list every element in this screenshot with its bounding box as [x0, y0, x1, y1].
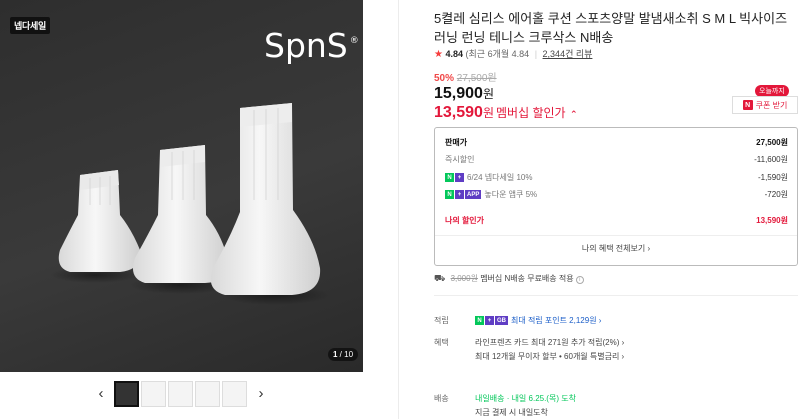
row-list-price: 판매가 27,500원	[445, 137, 788, 148]
points-text: 최대 적립 포인트 2,129원 ›	[511, 316, 602, 325]
image-counter: 1 / 10	[328, 348, 359, 361]
registered-mark: ®	[349, 36, 359, 46]
product-image-main[interactable]: 넵다세일 SpnS ® 1 / 10	[0, 0, 363, 372]
shipping-row: ⛟ 3,000원 멤버십 N배송 무료배송 적용 i	[434, 273, 584, 285]
tomorrow-delivery-badge: 내일배송	[475, 394, 505, 403]
naver-plus-badge: N +	[445, 173, 464, 183]
review-link[interactable]: 2,344건 리뷰	[543, 49, 593, 59]
coupon-label: 쿠폰 받기	[755, 100, 788, 110]
thumbnail-1[interactable]	[114, 381, 139, 407]
thumbnail-2[interactable]	[141, 381, 166, 407]
row-value: 13,590원	[756, 216, 788, 225]
original-price: 27,500원	[456, 73, 497, 84]
coupon-button[interactable]: N 쿠폰 받기	[732, 96, 798, 114]
benefit-installment[interactable]: 최대 12개월 무이자 할부 • 60개월 특별금리 ›	[475, 351, 624, 362]
delivery-label: 배송	[434, 394, 449, 403]
benefit-label: 혜택	[434, 338, 449, 347]
info-icon[interactable]: i	[575, 276, 584, 284]
delivery-value: 내일배송 · 내일 6.25.(목) 도착	[475, 393, 576, 404]
view-all-benefits-link[interactable]: 나의 혜택 전체보기 ›	[435, 243, 797, 254]
member-price-value: 13,590	[434, 104, 483, 121]
counter-current: 1	[333, 350, 338, 359]
row-sale-discount: N +6/24 넵다세일 10% -1,590원	[445, 172, 788, 183]
delivery-note: 지금 결제 시 내일도착	[475, 408, 548, 417]
delivery-date: · 내일 6.25.(목) 도착	[506, 394, 576, 403]
points-label: 적립	[434, 316, 449, 325]
row-label: 즉시할인	[445, 155, 475, 164]
row-value: 27,500원	[756, 138, 788, 147]
member-price-unit: 원	[482, 106, 494, 120]
thumbnail-3[interactable]	[168, 381, 193, 407]
row-label: 판매가	[445, 138, 468, 147]
divider	[435, 235, 797, 236]
shipping-old-fee: 3,000원	[450, 274, 478, 283]
row-value: -1,590원	[757, 173, 788, 182]
sale-price-value: 15,900	[434, 85, 483, 102]
price-breakdown-box: 판매가 27,500원 즉시할인 -11,600원 N +6/24 넵다세일 10…	[434, 127, 798, 266]
row-label: 놓다운 앱쿠 5%	[484, 190, 538, 199]
panel-divider	[398, 0, 399, 419]
star-icon: ★	[434, 49, 443, 60]
rating-row: ★ 4.84 (최근 6개월 4.84 | 2,344건 리뷰	[434, 47, 592, 60]
sale-price-unit: 원	[482, 87, 494, 101]
benefit-card[interactable]: 라인프렌즈 카드 최대 271원 추가 적립(2%) ›	[475, 337, 624, 348]
row-app-discount: N + APP 놓다운 앱쿠 5% -720원	[445, 189, 788, 200]
thumbnail-5[interactable]	[222, 381, 247, 407]
chevron-up-icon: ⌃	[570, 109, 578, 119]
member-price[interactable]: 13,590원 멤버십 할인가 ⌃	[434, 104, 578, 122]
divider	[434, 295, 798, 296]
row-label: 6/24 넵다세일 10%	[467, 173, 533, 182]
naver-plus-badge: N + GB	[475, 316, 508, 326]
brand-name: SpnS	[264, 26, 348, 65]
sale-price: 15,900원	[434, 85, 494, 103]
discount-rate: 50%	[434, 73, 455, 84]
truck-icon: ⛟	[434, 273, 446, 283]
next-arrow-icon[interactable]: ›	[254, 385, 268, 402]
prev-arrow-icon[interactable]: ‹	[94, 385, 108, 402]
shipping-text: 멤버십 N배송 무료배송 적용	[480, 274, 574, 283]
row-instant-discount: 즉시할인 -11,600원	[445, 154, 788, 165]
naver-plus-app-badge: N + APP	[445, 190, 482, 200]
row-my-price: 나의 할인가 13,590원	[445, 215, 788, 226]
row-value: -11,600원	[754, 155, 788, 164]
row-label: 나의 할인가	[445, 216, 485, 225]
brand-logo: SpnS ®	[264, 26, 359, 65]
member-price-label: 멤버십 할인가	[495, 106, 566, 120]
product-title: 5켤레 심리스 에어홀 쿠션 스포츠양말 발냄새소취 S M L 빅사이즈 러닝…	[434, 11, 788, 45]
sale-badge: 넵다세일	[10, 17, 50, 34]
thumbnail-4[interactable]	[195, 381, 220, 407]
rating-score: 4.84	[445, 49, 464, 59]
points-value[interactable]: N + GB 최대 적립 포인트 2,129원 ›	[475, 315, 601, 326]
row-value: -720원	[764, 190, 788, 199]
counter-total: 10	[344, 350, 354, 359]
separator: |	[534, 49, 538, 59]
thumbnail-strip: ‹ ›	[0, 380, 363, 410]
discount-row: 50% 27,500원	[434, 69, 497, 84]
rating-note: (최근 6개월 4.84	[465, 49, 530, 59]
coupon-icon: N	[742, 100, 753, 110]
